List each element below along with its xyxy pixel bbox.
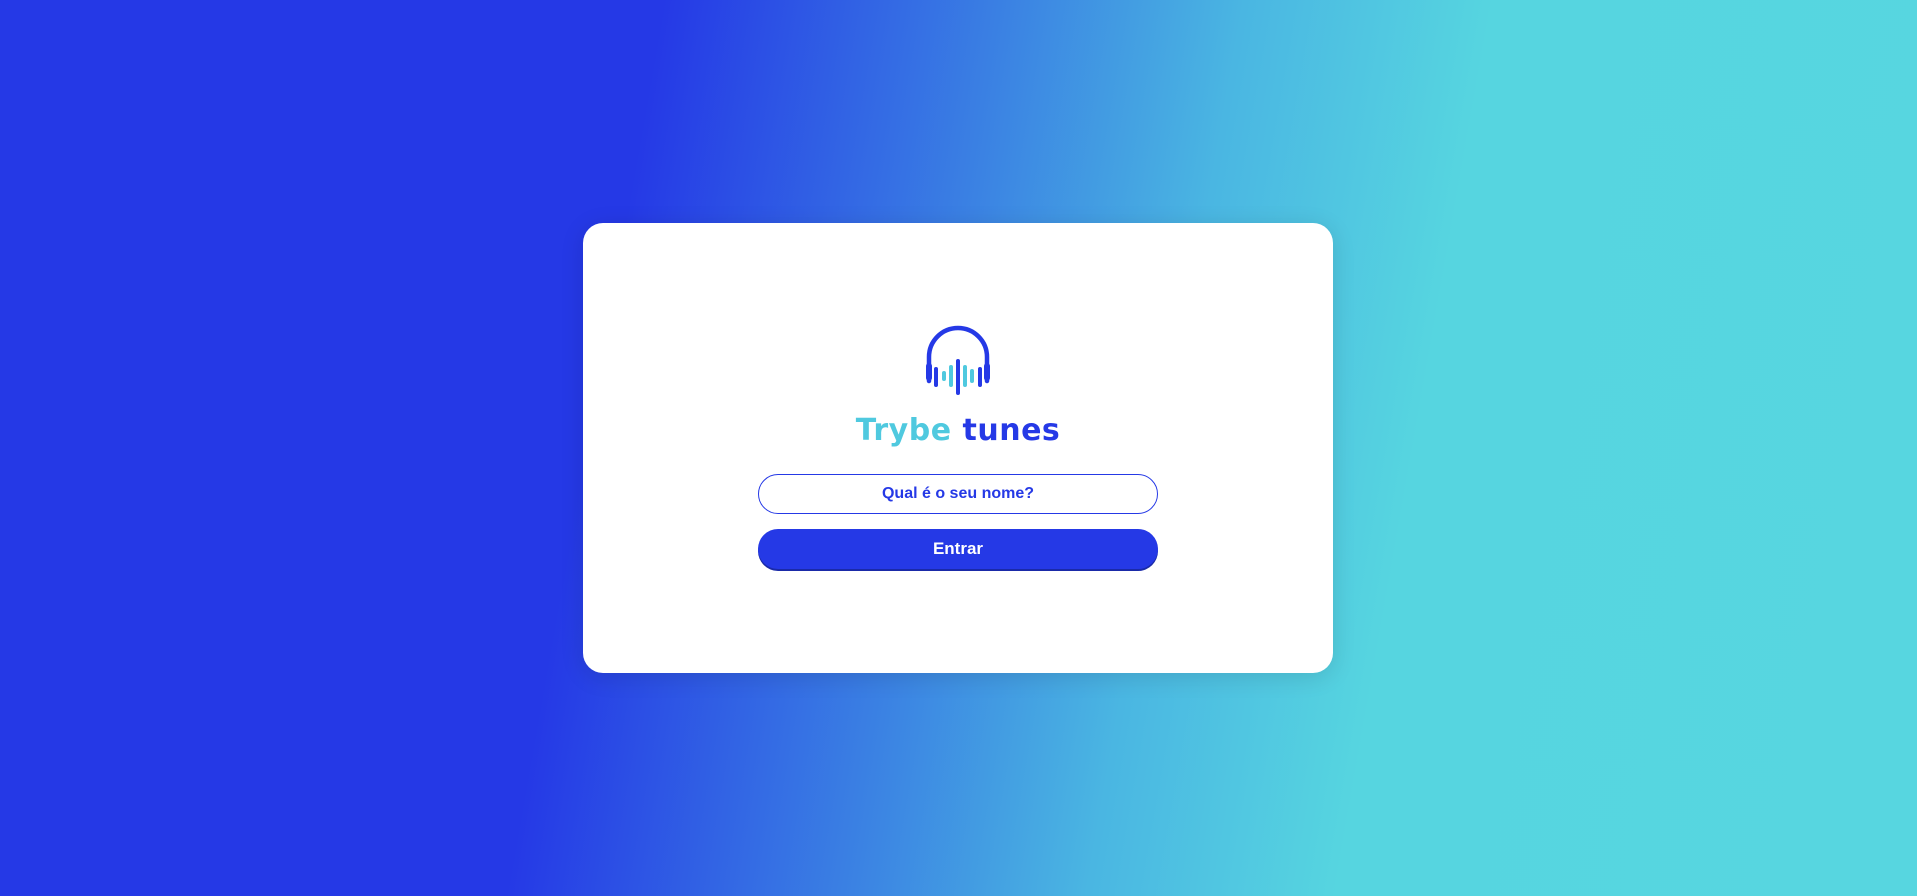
enter-button[interactable]: Entrar [758, 529, 1158, 569]
brand-name-first: Trybe [855, 413, 952, 448]
login-card: Trybe tunes Entrar [583, 223, 1333, 673]
brand-name-second: tunes [962, 413, 1061, 448]
brand-logo-text: Trybe tunes [583, 413, 1333, 448]
name-input[interactable] [758, 474, 1158, 514]
headphones-soundwave-icon [926, 325, 990, 395]
